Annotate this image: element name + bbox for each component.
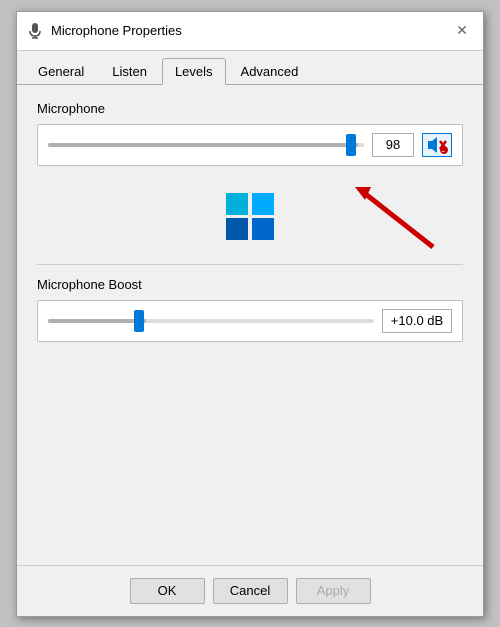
- logo-tr: [252, 193, 274, 215]
- microphone-slider-row: 98 –: [37, 124, 463, 166]
- tab-levels[interactable]: Levels: [162, 58, 226, 85]
- content-area: Microphone 98: [17, 85, 483, 565]
- window: Microphone Properties ✕ General Listen L…: [16, 11, 484, 617]
- annotation-area: [37, 182, 463, 252]
- boost-value: +10.0 dB: [382, 309, 452, 333]
- titlebar: Microphone Properties ✕: [17, 12, 483, 51]
- microphone-value: 98: [372, 133, 414, 157]
- red-arrow-annotation: [333, 182, 453, 255]
- window-title: Microphone Properties: [51, 23, 182, 38]
- microphone-slider-container: [48, 135, 364, 155]
- microphone-thumb[interactable]: [346, 134, 356, 156]
- boost-label: Microphone Boost: [37, 277, 463, 292]
- boost-track: [48, 319, 374, 323]
- microphone-label: Microphone: [37, 101, 463, 116]
- apply-button[interactable]: Apply: [296, 578, 371, 604]
- boost-fill: [48, 319, 146, 323]
- tab-listen[interactable]: Listen: [99, 58, 160, 85]
- titlebar-left: Microphone Properties: [27, 23, 182, 39]
- tab-bar: General Listen Levels Advanced: [17, 51, 483, 85]
- microphone-icon: [27, 23, 43, 39]
- tab-advanced[interactable]: Advanced: [228, 58, 312, 85]
- ok-button[interactable]: OK: [130, 578, 205, 604]
- boost-section: Microphone Boost +10.0 dB: [37, 277, 463, 342]
- cancel-button[interactable]: Cancel: [213, 578, 288, 604]
- microphone-mute-button[interactable]: –: [422, 133, 452, 157]
- boost-thumb[interactable]: [134, 310, 144, 332]
- microphone-fill: [48, 143, 358, 147]
- tab-general[interactable]: General: [25, 58, 97, 85]
- windows-logo: [226, 193, 274, 241]
- boost-slider-container: [48, 311, 374, 331]
- boost-slider-row: +10.0 dB: [37, 300, 463, 342]
- logo-br: [252, 218, 274, 240]
- footer: OK Cancel Apply: [17, 565, 483, 616]
- microphone-section: Microphone 98: [37, 101, 463, 166]
- close-button[interactable]: ✕: [451, 20, 473, 42]
- microphone-track: [48, 143, 364, 147]
- logo-tl: [226, 193, 248, 215]
- logo-bl: [226, 218, 248, 240]
- section-divider: [37, 264, 463, 265]
